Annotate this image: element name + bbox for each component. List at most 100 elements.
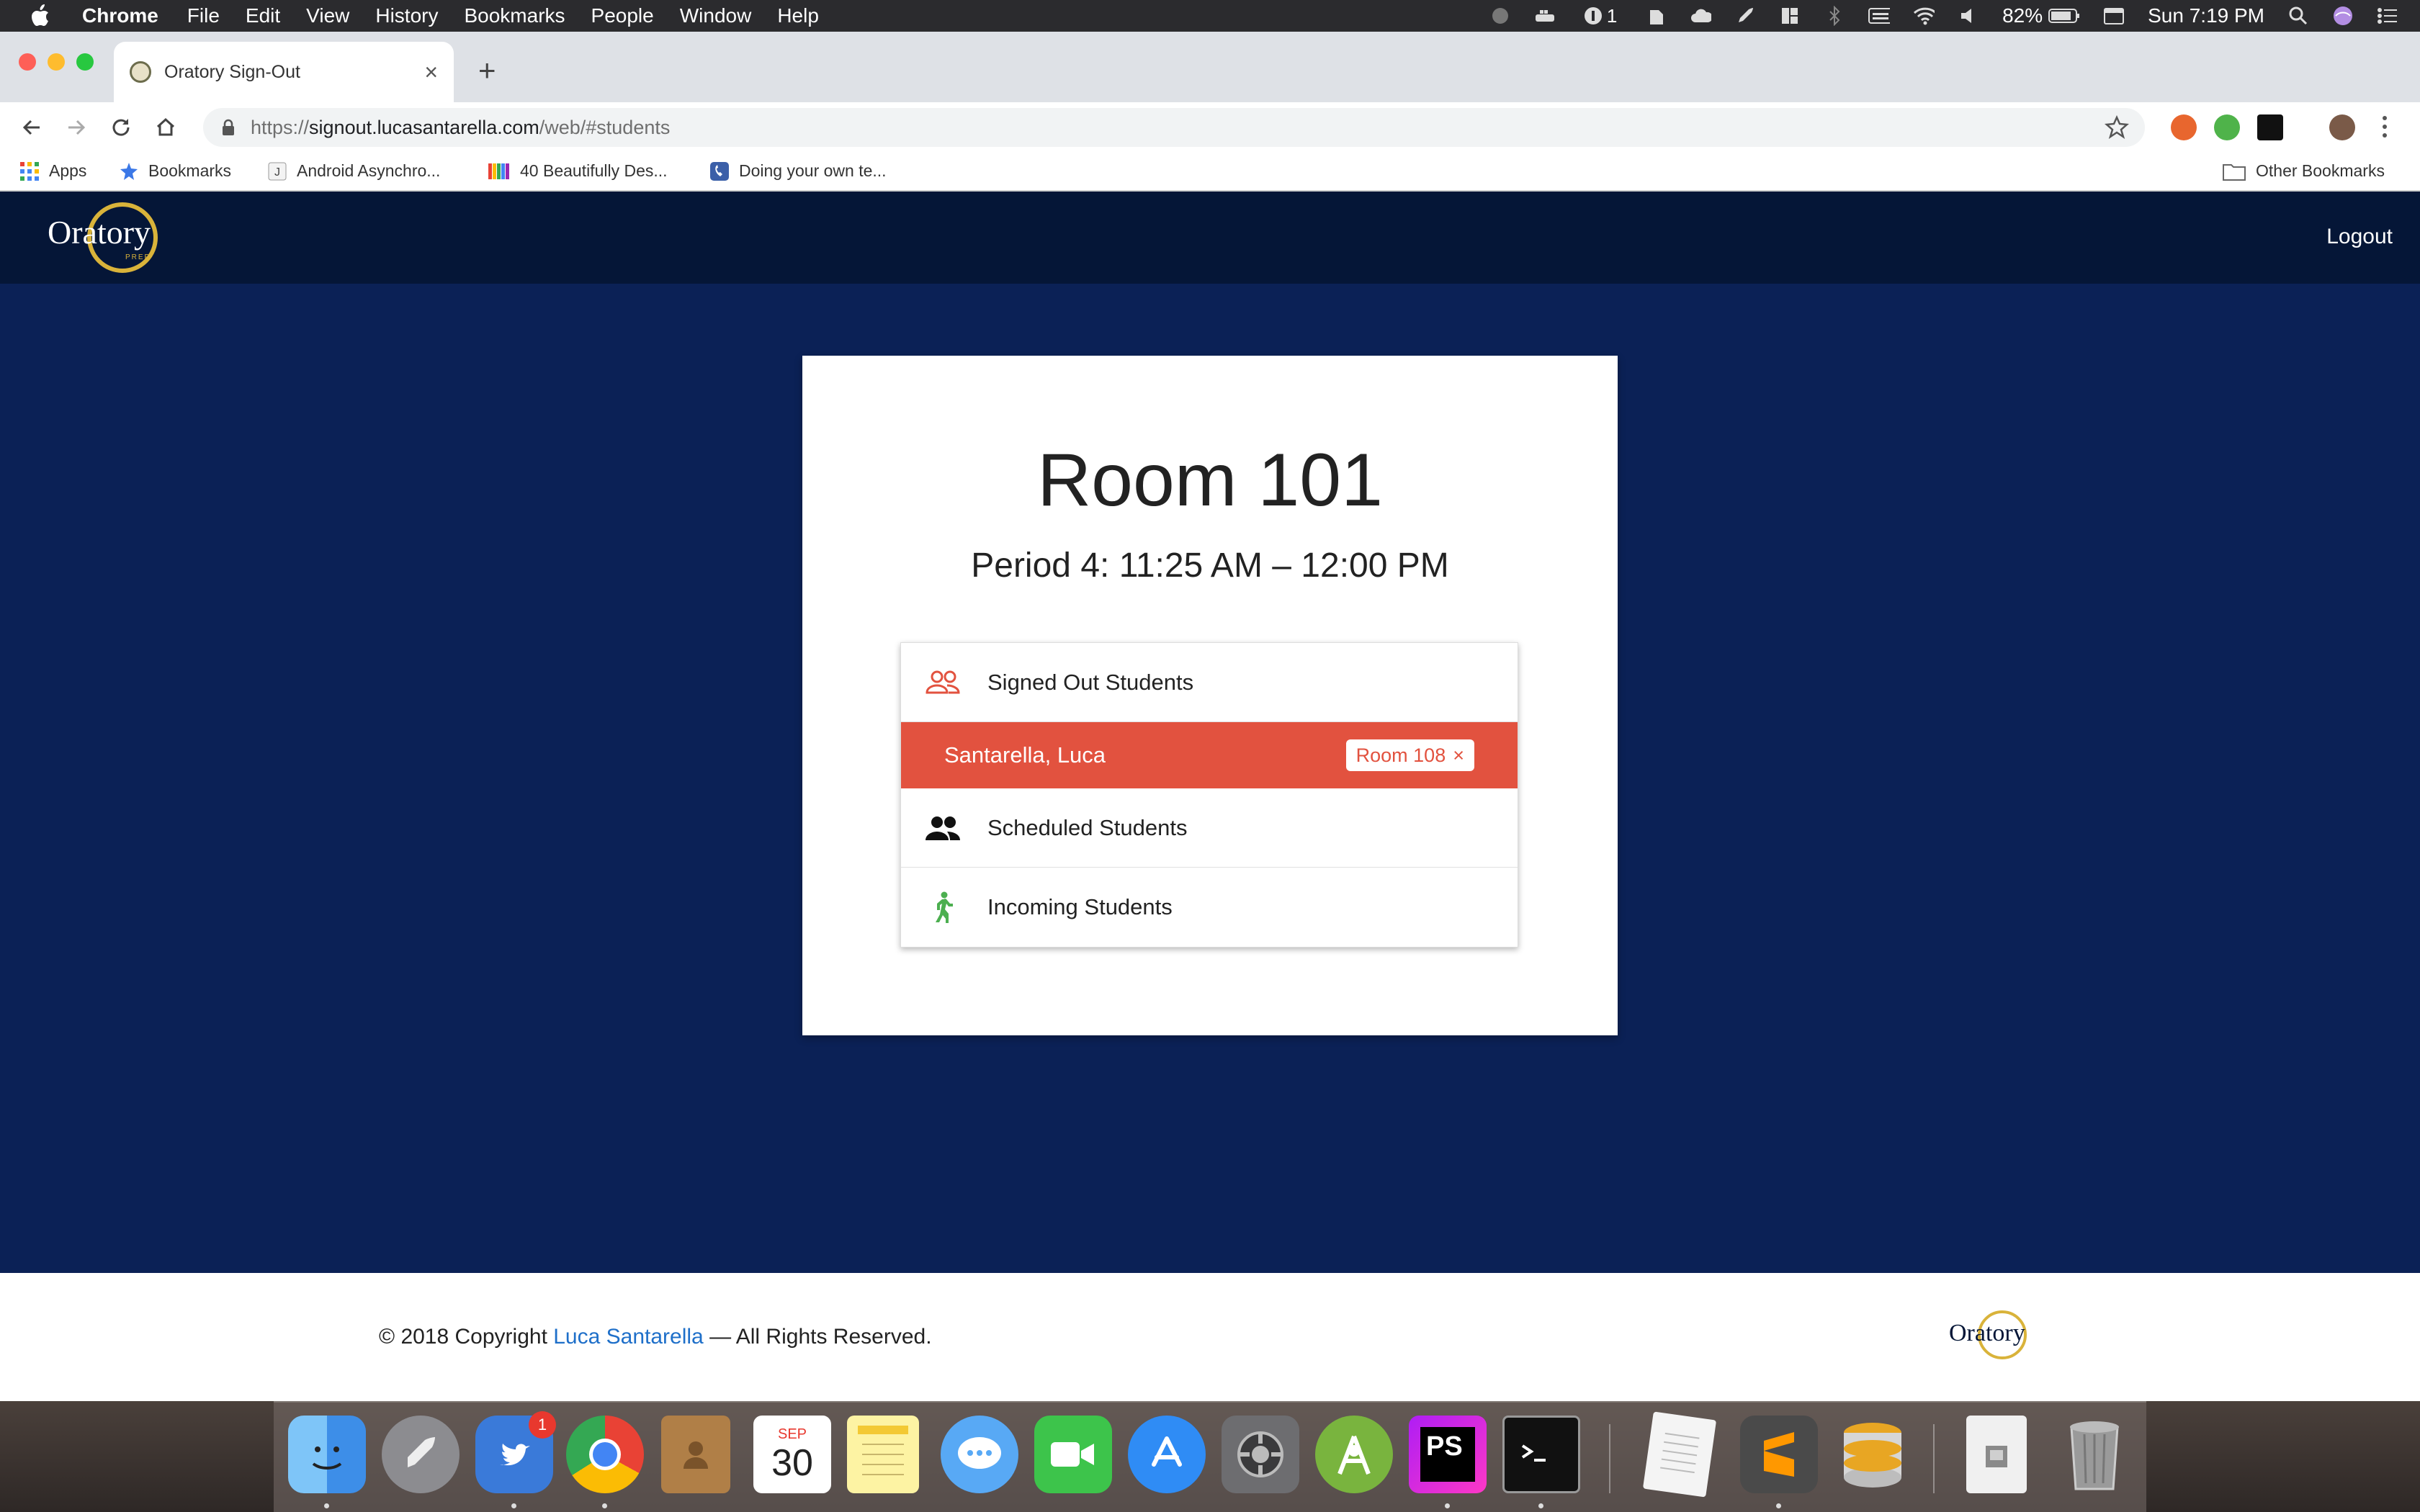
extension-green-icon[interactable] (2214, 114, 2240, 140)
battery-status[interactable]: 82% (2002, 4, 2080, 27)
bluetooth-icon[interactable] (1824, 5, 1845, 27)
notification-badge: 1 (529, 1411, 556, 1439)
scheduled-students-item[interactable]: Scheduled Students (901, 788, 1518, 868)
calendar-icon[interactable]: SEP 30 (753, 1416, 831, 1493)
window-close-button[interactable] (19, 53, 36, 71)
bookmark-doing-your-own[interactable]: Doing your own te... (710, 161, 887, 181)
launchpad-icon[interactable] (382, 1416, 460, 1493)
contacts-icon[interactable] (661, 1416, 730, 1493)
terminal-icon[interactable] (1502, 1416, 1580, 1493)
bookmark-apps-label: Apps (49, 161, 87, 180)
wifi-icon[interactable] (1913, 5, 1935, 27)
keyboard-icon[interactable] (1868, 5, 1891, 27)
sequel-pro-icon[interactable] (1834, 1416, 1912, 1493)
bookmarks-bar: Apps Bookmarks J Android Asynchro... 40 … (0, 153, 2420, 192)
oratory-logo[interactable]: Oratory PREP (46, 200, 179, 275)
battery-icon (2048, 9, 2080, 23)
macos-dock: 1 SEP 30 PS (274, 1401, 2146, 1512)
window-zoom-button[interactable] (76, 53, 94, 71)
logout-link[interactable]: Logout (2326, 225, 2393, 249)
apps-grid-icon (20, 161, 39, 181)
chrome-icon[interactable] (566, 1416, 644, 1493)
calendar-month: SEP (777, 1426, 807, 1442)
chrome-menu-icon[interactable] (2380, 112, 2390, 145)
extension-jetbrains-icon[interactable] (2257, 114, 2283, 140)
room-card: Room 101 Period 4: 11:25 AM – 12:00 PM S… (802, 356, 1618, 1035)
remove-chip-icon[interactable]: × (1453, 744, 1464, 767)
svg-text:J: J (274, 166, 280, 179)
docker-icon[interactable] (1534, 5, 1556, 27)
apple-icon[interactable] (29, 4, 53, 28)
messages-icon[interactable] (941, 1416, 1018, 1493)
bookmark-star-icon[interactable] (2105, 115, 2129, 140)
menubar-clock[interactable]: Sun 7:19 PM (2148, 4, 2264, 27)
new-tab-icon[interactable]: + (478, 53, 496, 88)
notes-icon[interactable] (847, 1416, 919, 1493)
copyright-text: © 2018 Copyright Luca Santarella — All R… (379, 1325, 932, 1349)
menu-edit[interactable]: Edit (246, 4, 280, 27)
site-header: Oratory PREP Logout (0, 192, 2420, 284)
menu-history[interactable]: History (375, 4, 438, 27)
menu-window[interactable]: Window (680, 4, 752, 27)
trash-icon[interactable] (2056, 1416, 2133, 1493)
downloads-stack-icon[interactable] (1966, 1416, 2027, 1493)
app-menu-chrome[interactable]: Chrome (82, 4, 158, 27)
destination-room-chip[interactable]: Room 108 × (1345, 739, 1474, 771)
browser-tab[interactable]: Oratory Sign-Out × (114, 42, 454, 102)
phpstorm-icon[interactable]: PS (1409, 1416, 1487, 1493)
notification-center-icon[interactable] (2377, 5, 2398, 27)
finder-icon[interactable] (288, 1416, 366, 1493)
spotlight-search-icon[interactable] (2287, 5, 2309, 27)
dock-separator-2 (1933, 1424, 1935, 1493)
rocket-icon[interactable] (1734, 5, 1756, 27)
walking-person-icon (926, 890, 960, 924)
status-circle-icon[interactable] (1489, 5, 1511, 27)
siri-icon[interactable] (2332, 5, 2354, 27)
android-studio-icon[interactable] (1315, 1416, 1393, 1493)
incoming-students-item[interactable]: Incoming Students (901, 868, 1518, 947)
extension-orange-icon[interactable] (2171, 114, 2197, 140)
onepassword-icon[interactable]: 1 (1579, 5, 1622, 27)
evernote-icon[interactable] (1645, 5, 1667, 27)
bookmark-bookmarks[interactable]: Bookmarks (120, 161, 231, 181)
bookmark-beautifully-designed[interactable]: 40 Beautifully Des... (488, 161, 668, 181)
facetime-icon[interactable] (1034, 1416, 1112, 1493)
calendar-menu-icon[interactable] (2103, 5, 2125, 27)
other-bookmarks[interactable]: Other Bookmarks (2223, 161, 2385, 181)
chrome-running-dot (602, 1503, 607, 1508)
home-icon[interactable] (153, 114, 179, 140)
volume-icon[interactable] (1958, 5, 1979, 27)
profile-avatar[interactable] (2329, 114, 2355, 140)
author-link[interactable]: Luca Santarella (553, 1325, 703, 1349)
layout-icon[interactable] (1779, 5, 1801, 27)
menu-people[interactable]: People (591, 4, 654, 27)
system-preferences-icon[interactable] (1222, 1416, 1299, 1493)
window-minimize-button[interactable] (48, 53, 65, 71)
signed-out-students-item[interactable]: Signed Out Students (901, 643, 1518, 722)
forward-arrow-icon[interactable] (63, 114, 89, 140)
copyright-suffix: — All Rights Reserved. (709, 1325, 932, 1349)
back-arrow-icon[interactable] (19, 114, 45, 140)
reload-icon[interactable] (108, 114, 134, 140)
battery-percent: 82% (2002, 4, 2043, 27)
menu-help[interactable]: Help (777, 4, 819, 27)
bookmark-apps[interactable]: Apps (20, 161, 86, 181)
app-store-icon[interactable] (1128, 1416, 1206, 1493)
signed-out-student-row[interactable]: Santarella, Luca Room 108 × (901, 722, 1518, 788)
macos-menu-bar: Chrome File Edit View History Bookmarks … (0, 0, 2420, 32)
address-bar[interactable]: https://signout.lucasantarella.com/web/#… (203, 108, 2145, 147)
menu-view[interactable]: View (306, 4, 349, 27)
sublime-text-icon[interactable] (1740, 1416, 1818, 1493)
textedit-icon[interactable] (1642, 1411, 1717, 1498)
color-palette-icon (488, 163, 509, 179)
twitterrific-icon[interactable]: 1 (475, 1411, 556, 1493)
copyright-prefix: © 2018 Copyright (379, 1325, 547, 1349)
tab-close-icon[interactable]: × (424, 59, 438, 86)
cloud-icon[interactable] (1690, 5, 1712, 27)
menu-file[interactable]: File (187, 4, 220, 27)
site-favicon-icon (130, 61, 151, 83)
bookmark-android-async[interactable]: J Android Asynchro... (268, 161, 440, 181)
status-area: 1 82% Sun 7:19 PM (1489, 0, 2398, 32)
site-footer: © 2018 Copyright Luca Santarella — All R… (0, 1273, 2420, 1401)
menu-bookmarks[interactable]: Bookmarks (464, 4, 565, 27)
